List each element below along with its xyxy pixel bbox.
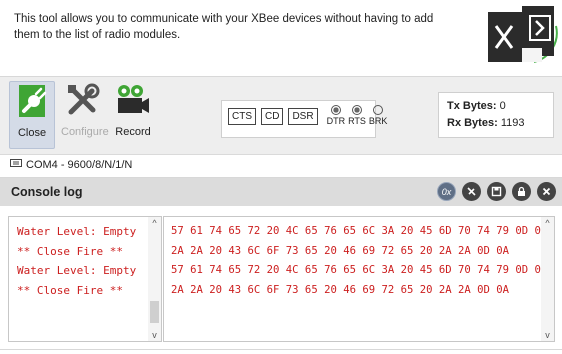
toolbar: Close Configure Record CTS CD DSR DTR RT… xyxy=(0,77,562,155)
save-icon[interactable] xyxy=(487,182,506,201)
rts-label: RTS xyxy=(348,116,366,126)
cd-indicator: CD xyxy=(261,108,284,125)
port-settings-text: COM4 - 9600/8/N/1/N xyxy=(26,158,133,171)
record-label: Record xyxy=(115,126,151,138)
brk-led-icon xyxy=(373,105,384,115)
ascii-console-panel[interactable]: Water Level: Empty ** Close Fire ** Water … xyxy=(8,216,162,342)
ascii-lines: Water Level: Empty ** Close Fire ** Water … xyxy=(17,222,136,300)
list-item: ** Close Fire ** xyxy=(17,283,123,297)
brk-toggle[interactable]: BRK xyxy=(368,105,388,126)
dtr-label: DTR xyxy=(326,116,346,126)
list-item: 57 61 74 65 72 20 4C 65 76 65 6C 3A 20 4… xyxy=(171,225,548,237)
byte-counters: Tx Bytes: 0 Rx Bytes: 1193 xyxy=(438,92,554,138)
list-item: 57 61 74 65 72 20 4C 65 76 65 6C 3A 20 4… xyxy=(171,264,548,276)
tx-bytes-label: Tx Bytes: xyxy=(447,100,497,112)
hex-scrollbar[interactable]: ^ v xyxy=(541,217,554,341)
scroll-up-icon[interactable]: ^ xyxy=(148,218,161,228)
close-button[interactable]: Close xyxy=(9,81,55,149)
dtr-toggle[interactable]: DTR xyxy=(326,105,346,126)
console-title: Console log xyxy=(11,185,83,199)
serial-signals-panel: CTS CD DSR DTR RTS BRK xyxy=(221,100,387,138)
serial-port-icon xyxy=(10,158,22,171)
brk-label: BRK xyxy=(368,116,388,126)
rx-bytes-label: Rx Bytes: xyxy=(447,117,498,129)
close-icon[interactable] xyxy=(537,182,556,201)
rts-led-icon xyxy=(352,105,362,115)
ascii-scrollbar[interactable]: ^ v xyxy=(148,217,161,341)
scrollbar-thumb[interactable] xyxy=(150,301,159,323)
hex-console-panel[interactable]: 57 61 74 65 72 20 4C 65 76 65 6C 3A 20 4… xyxy=(163,216,555,342)
hex-toggle-icon[interactable]: 0x xyxy=(437,182,456,201)
scroll-up-icon[interactable]: ^ xyxy=(541,218,554,228)
list-item: Water Level: Empty xyxy=(17,225,137,238)
list-item: 2A 2A 20 43 6C 6F 73 65 20 46 69 72 65 2… xyxy=(171,283,510,296)
list-item: Water Level: Empty xyxy=(17,264,137,277)
rx-bytes-value: 1193 xyxy=(500,117,525,129)
record-button[interactable]: Record xyxy=(111,81,155,147)
hex-lines: 57 61 74 65 72 20 4C 65 76 65 6C 3A 20 4… xyxy=(171,222,547,300)
port-status: COM4 - 9600/8/N/1/N xyxy=(10,158,132,171)
clear-icon[interactable] xyxy=(462,182,481,201)
rts-toggle[interactable]: RTS xyxy=(348,105,366,126)
scroll-down-icon[interactable]: v xyxy=(148,330,161,340)
list-item: 2A 2A 20 43 6C 6F 73 65 20 46 69 72 65 2… xyxy=(171,244,510,257)
configure-label: Configure xyxy=(61,126,109,138)
cts-indicator: CTS xyxy=(228,108,256,125)
lock-icon[interactable] xyxy=(512,182,531,201)
plug-disconnect-icon xyxy=(13,82,51,120)
list-item: ** Close Fire ** xyxy=(17,244,123,258)
tx-bytes-value: 0 xyxy=(499,100,506,112)
console-header: Console log 0x xyxy=(0,178,562,206)
serial-console-tool-icon xyxy=(484,4,558,66)
dtr-led-icon xyxy=(330,105,341,115)
tool-description: This tool allows you to communicate with… xyxy=(14,13,434,41)
dsr-indicator: DSR xyxy=(288,108,318,125)
video-camera-icon xyxy=(114,81,152,119)
tools-icon xyxy=(64,81,102,119)
scroll-down-icon[interactable]: v xyxy=(541,330,554,340)
configure-button[interactable]: Configure xyxy=(61,81,109,147)
divider xyxy=(0,349,562,350)
close-label: Close xyxy=(17,127,47,139)
